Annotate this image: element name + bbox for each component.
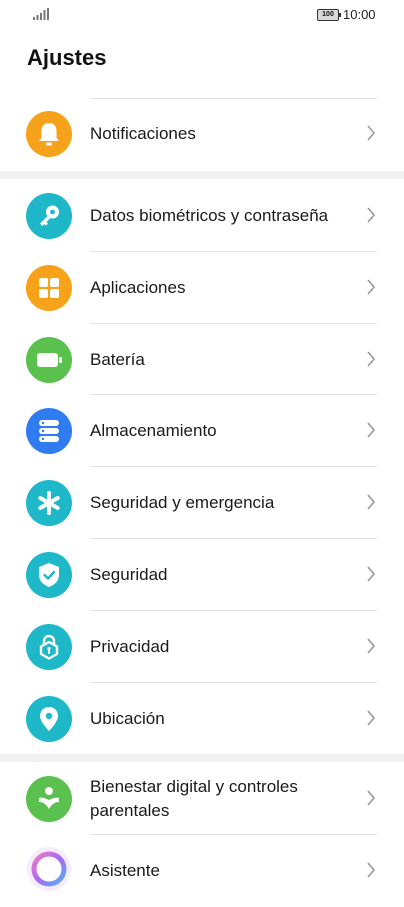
bell-icon xyxy=(26,111,72,157)
assistant-orb-icon xyxy=(26,846,72,892)
settings-item-label: Almacenamiento xyxy=(90,421,217,440)
wellbeing-icon xyxy=(26,776,72,822)
settings-item-bateria[interactable]: Batería xyxy=(0,324,404,396)
chevron-right-icon xyxy=(367,710,376,726)
battery-icon xyxy=(26,337,72,383)
settings-item-label: Ubicación xyxy=(90,709,165,728)
chevron-right-icon xyxy=(367,351,376,367)
chevron-right-icon xyxy=(367,638,376,654)
chevron-right-icon xyxy=(367,207,376,223)
settings-item-label: Asistente xyxy=(90,861,160,880)
settings-item-label: Seguridad xyxy=(90,565,168,584)
asterisk-icon xyxy=(26,480,72,526)
location-pin-icon xyxy=(26,696,72,742)
chevron-right-icon xyxy=(367,494,376,510)
signal-icon xyxy=(33,8,49,20)
storage-icon xyxy=(26,408,72,454)
settings-item-notificaciones[interactable]: Notificaciones xyxy=(0,98,404,170)
settings-item-ubicacion[interactable]: Ubicación xyxy=(0,683,404,755)
settings-item-almacenamiento[interactable]: Almacenamiento xyxy=(0,395,404,467)
settings-item-label: Privacidad xyxy=(90,637,170,656)
settings-item-seguridad[interactable]: Seguridad xyxy=(0,539,404,611)
section-separator xyxy=(0,754,404,762)
settings-item-privacidad[interactable]: Privacidad xyxy=(0,611,404,683)
shield-icon xyxy=(26,552,72,598)
chevron-right-icon xyxy=(367,862,376,878)
settings-item-label: Batería xyxy=(90,350,145,369)
settings-item-bienestar-digital[interactable]: Bienestar digital y controles parentales xyxy=(0,763,404,835)
settings-item-seguridad-emergencia[interactable]: Seguridad y emergencia xyxy=(0,467,404,539)
battery-indicator: 100 xyxy=(317,9,341,21)
privacy-lock-icon xyxy=(26,624,72,670)
settings-item-asistente[interactable]: Asistente xyxy=(0,835,404,907)
chevron-right-icon xyxy=(367,566,376,582)
settings-item-label: Seguridad y emergencia xyxy=(90,493,275,512)
chevron-right-icon xyxy=(367,279,376,295)
clock: 10:00 xyxy=(343,7,376,22)
chevron-right-icon xyxy=(367,422,376,438)
chevron-right-icon xyxy=(367,125,376,141)
settings-item-label: Notificaciones xyxy=(90,124,196,143)
status-bar: 100 10:00 xyxy=(0,0,404,30)
settings-item-label: Datos biométricos y contraseña xyxy=(90,206,329,225)
settings-item-aplicaciones[interactable]: Aplicaciones xyxy=(0,252,404,324)
page-title: Ajustes xyxy=(27,45,107,70)
section-separator xyxy=(0,171,404,179)
key-icon xyxy=(26,193,72,239)
settings-item-label: Aplicaciones xyxy=(90,278,186,297)
apps-grid-icon xyxy=(26,265,72,311)
settings-item-label: Bienestar digital y controles parentales xyxy=(90,777,298,820)
chevron-right-icon xyxy=(367,790,376,806)
settings-item-biometricos[interactable]: Datos biométricos y contraseña xyxy=(0,180,404,252)
